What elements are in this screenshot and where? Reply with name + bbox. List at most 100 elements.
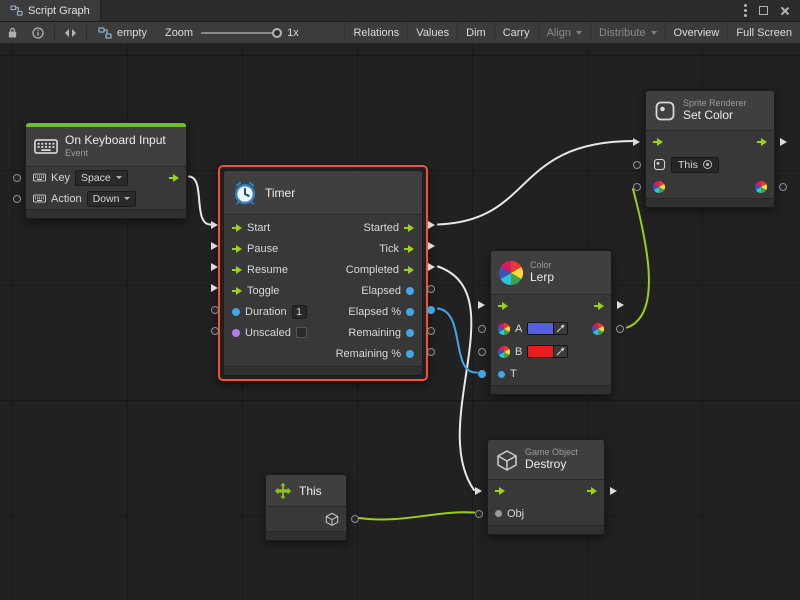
float-output-port[interactable]: [406, 329, 414, 337]
flow-output-port[interactable]: [587, 487, 597, 495]
input-port-marker[interactable]: [478, 370, 486, 378]
window-menu-icon[interactable]: [744, 9, 747, 12]
flow-input-port[interactable]: [653, 138, 663, 146]
input-port-marker[interactable]: [633, 138, 640, 146]
tab-script-graph[interactable]: Script Graph: [0, 0, 101, 21]
maximize-icon[interactable]: [759, 6, 768, 15]
overview-button[interactable]: Overview: [665, 22, 728, 44]
float-output-port[interactable]: [406, 308, 414, 316]
eyedropper-button[interactable]: [553, 323, 567, 334]
color-input-port[interactable]: [653, 181, 665, 193]
flow-output-port[interactable]: [594, 302, 604, 310]
action-dropdown[interactable]: Down: [87, 191, 137, 207]
color-output-port[interactable]: [592, 323, 604, 335]
relations-button[interactable]: Relations: [344, 22, 407, 44]
input-port-marker[interactable]: [13, 195, 21, 203]
wire-timer-completed-to-destroy[interactable]: [438, 267, 474, 491]
gameobject-output-port[interactable]: [325, 512, 339, 526]
port-label: Remaining: [348, 327, 401, 339]
graph-asset-selector[interactable]: empty: [90, 27, 155, 39]
flow-input-port[interactable]: [232, 245, 242, 253]
float-input-port[interactable]: [232, 308, 240, 316]
flow-input-port[interactable]: [498, 302, 508, 310]
wire-this-to-destroy-obj[interactable]: [359, 512, 474, 519]
eyedropper-button[interactable]: [553, 346, 567, 357]
color-output-port[interactable]: [755, 181, 767, 193]
values-button[interactable]: Values: [407, 22, 457, 44]
flow-output-port[interactable]: [404, 245, 414, 253]
input-port-marker[interactable]: [475, 510, 483, 518]
wire-timer-started-to-setcolor[interactable]: [438, 141, 634, 225]
flow-output-port[interactable]: [404, 266, 414, 274]
target-object-field[interactable]: This: [671, 157, 719, 173]
node-destroy[interactable]: Game Object Destroy Obj: [487, 439, 605, 535]
flow-input-port[interactable]: [495, 487, 505, 495]
output-port-marker[interactable]: [610, 487, 617, 495]
output-port-marker[interactable]: [351, 515, 359, 523]
output-port-marker[interactable]: [427, 306, 435, 314]
output-port-marker[interactable]: [428, 263, 435, 271]
node-color-lerp[interactable]: Color Lerp A B T: [490, 250, 612, 395]
object-picker-icon[interactable]: [703, 160, 712, 169]
input-port-marker[interactable]: [211, 221, 218, 229]
node-timer[interactable]: Timer Start Started Pause Tick Resume Co…: [223, 170, 423, 376]
color-a-swatch[interactable]: [527, 322, 568, 335]
output-port-marker[interactable]: [428, 221, 435, 229]
input-port-marker[interactable]: [211, 242, 218, 250]
timer-clock-icon: [232, 180, 258, 206]
input-port-marker[interactable]: [13, 174, 21, 182]
input-port-marker[interactable]: [633, 183, 641, 191]
dim-button[interactable]: Dim: [457, 22, 494, 44]
input-port-marker[interactable]: [211, 306, 219, 314]
input-port-marker[interactable]: [475, 487, 482, 495]
unscaled-checkbox[interactable]: [296, 327, 307, 338]
zoom-slider-knob[interactable]: [272, 28, 282, 38]
zoom-slider[interactable]: [201, 32, 279, 34]
flow-output-port[interactable]: [757, 138, 767, 146]
lock-button[interactable]: [0, 22, 25, 44]
float-output-port[interactable]: [406, 287, 414, 295]
wire-lerp-to-setcolor-color[interactable]: [627, 189, 649, 328]
flow-output-port[interactable]: [169, 174, 179, 182]
input-port-marker[interactable]: [211, 263, 218, 271]
output-port-marker[interactable]: [428, 242, 435, 250]
output-port-marker[interactable]: [427, 285, 435, 293]
node-set-color[interactable]: Sprite Renderer Set Color This: [645, 90, 775, 208]
flow-input-port[interactable]: [232, 224, 242, 232]
input-port-marker[interactable]: [478, 301, 485, 309]
align-button[interactable]: Align: [538, 22, 590, 44]
info-button[interactable]: [25, 22, 51, 44]
port-row-t: T: [491, 363, 611, 385]
node-on-keyboard-input[interactable]: On Keyboard Input Event Key Space Action…: [25, 122, 187, 219]
output-port-marker[interactable]: [780, 138, 787, 146]
gameobject-input-port[interactable]: [495, 510, 502, 517]
output-port-marker[interactable]: [779, 183, 787, 191]
duration-input[interactable]: 1: [292, 305, 307, 319]
input-port-marker[interactable]: [633, 161, 641, 169]
output-port-marker[interactable]: [427, 348, 435, 356]
color-b-swatch[interactable]: [527, 345, 568, 358]
node-this[interactable]: This: [265, 474, 347, 541]
fullscreen-button[interactable]: Full Screen: [727, 22, 800, 44]
float-input-port[interactable]: [498, 371, 505, 378]
output-port-marker[interactable]: [617, 301, 624, 309]
graph-canvas[interactable]: On Keyboard Input Event Key Space Action…: [0, 44, 800, 600]
float-output-port[interactable]: [406, 350, 414, 358]
bool-input-port[interactable]: [232, 329, 240, 337]
flow-input-port[interactable]: [232, 287, 242, 295]
close-icon[interactable]: [780, 6, 790, 16]
node-footer: [646, 198, 774, 207]
carry-button[interactable]: Carry: [494, 22, 538, 44]
input-port-marker[interactable]: [211, 284, 218, 292]
output-port-marker[interactable]: [427, 327, 435, 335]
input-port-marker[interactable]: [478, 348, 486, 356]
toggle-sidebars-button[interactable]: [58, 22, 83, 44]
output-port-marker[interactable]: [616, 325, 624, 333]
flow-output-port[interactable]: [404, 224, 414, 232]
wire-keyboard-to-timer-start[interactable]: [189, 177, 211, 225]
key-dropdown[interactable]: Space: [75, 170, 128, 186]
input-port-marker[interactable]: [211, 327, 219, 335]
input-port-marker[interactable]: [478, 325, 486, 333]
distribute-button[interactable]: Distribute: [590, 22, 664, 44]
flow-input-port[interactable]: [232, 266, 242, 274]
